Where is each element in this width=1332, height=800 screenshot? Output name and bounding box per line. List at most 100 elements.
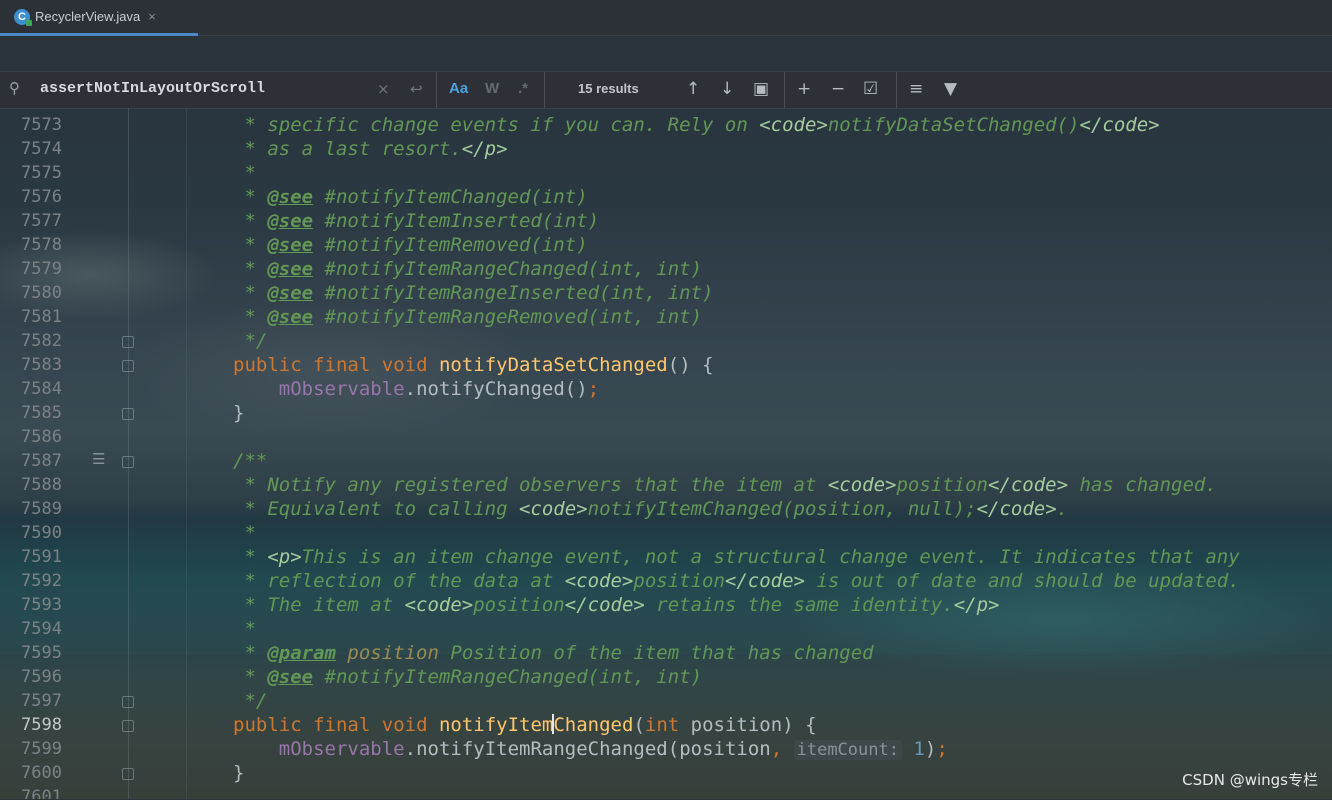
separator — [896, 72, 897, 108]
fold-marker-icon[interactable] — [122, 768, 134, 780]
code-text: * @see #notifyItemRangeInserted(int, int… — [233, 282, 714, 304]
previous-occurrence-icon[interactable]: ↑ — [686, 79, 700, 99]
code-line[interactable]: 7579 * @see #notifyItemRangeChanged(int,… — [0, 257, 1332, 281]
code-line[interactable]: 7592 * reflection of the data at <code>p… — [0, 569, 1332, 593]
fold-marker-icon[interactable] — [122, 408, 134, 420]
code-text: } — [233, 402, 245, 424]
code-text: * Equivalent to calling <code>notifyItem… — [233, 498, 1069, 520]
new-line-icon[interactable]: ↩ — [410, 80, 423, 98]
fold-marker-icon[interactable] — [122, 456, 134, 468]
fold-marker-icon[interactable] — [122, 360, 134, 372]
code-line[interactable]: 7589 * Equivalent to calling <code>notif… — [0, 497, 1332, 521]
line-number[interactable]: 7598 — [0, 713, 62, 737]
rendered-doc-toggle-icon[interactable]: ☰ — [92, 450, 105, 468]
code-line[interactable]: 7595 * @param position Position of the i… — [0, 641, 1332, 665]
code-line[interactable]: 7573 * specific change events if you can… — [0, 113, 1332, 137]
code-line[interactable]: 7586 — [0, 425, 1332, 449]
separator — [784, 72, 785, 108]
line-number[interactable]: 7579 — [0, 257, 62, 281]
line-number[interactable]: 7600 — [0, 761, 62, 785]
open-in-window-icon[interactable]: ▣ — [753, 79, 769, 99]
line-number[interactable]: 7591 — [0, 545, 62, 569]
line-number[interactable]: 7597 — [0, 689, 62, 713]
line-number[interactable]: 7596 — [0, 665, 62, 689]
filter-icon[interactable]: ▼ — [944, 79, 957, 99]
code-line[interactable]: 7601 — [0, 785, 1332, 799]
code-line[interactable]: 7599 mObservable.notifyItemRangeChanged(… — [0, 737, 1332, 761]
code-line[interactable]: 7575 * — [0, 161, 1332, 185]
next-occurrence-icon[interactable]: ↓ — [720, 79, 734, 99]
fold-marker-icon[interactable] — [122, 720, 134, 732]
words-toggle[interactable]: W — [485, 80, 499, 97]
line-number[interactable]: 7585 — [0, 401, 62, 425]
line-number[interactable]: 7583 — [0, 353, 62, 377]
line-number[interactable]: 7593 — [0, 593, 62, 617]
search-input[interactable]: assertNotInLayoutOrScroll — [40, 80, 265, 97]
line-number[interactable]: 7576 — [0, 185, 62, 209]
line-number[interactable]: 7595 — [0, 641, 62, 665]
add-occurrence-icon[interactable]: + — [797, 79, 811, 99]
code-line[interactable]: 7580 * @see #notifyItemRangeInserted(int… — [0, 281, 1332, 305]
code-editor[interactable]: 7573 * specific change events if you can… — [0, 108, 1332, 799]
code-line[interactable]: 7598 public final void notifyItemChanged(… — [0, 713, 1332, 737]
regex-toggle[interactable]: .* — [518, 80, 528, 97]
fold-marker-icon[interactable] — [122, 696, 134, 708]
code-text: * @param position Position of the item t… — [233, 642, 874, 664]
code-line[interactable]: 7597 */ — [0, 689, 1332, 713]
code-line[interactable]: 7594 * — [0, 617, 1332, 641]
code-line[interactable]: 7584 mObservable.notifyChanged(); — [0, 377, 1332, 401]
code-line[interactable]: 7591 * <p>This is an item change event, … — [0, 545, 1332, 569]
line-number[interactable]: 7578 — [0, 233, 62, 257]
separator — [544, 72, 545, 108]
in-selection-icon[interactable]: ≡ — [909, 79, 923, 99]
fold-marker-icon[interactable] — [122, 336, 134, 348]
search-icon[interactable]: ⚲ — [9, 79, 20, 97]
code-line[interactable]: 7600} — [0, 761, 1332, 785]
code-line[interactable]: 7590 * — [0, 521, 1332, 545]
code-line[interactable]: 7582 */ — [0, 329, 1332, 353]
code-line[interactable]: 7574 * as a last resort.</p> — [0, 137, 1332, 161]
code-line[interactable]: 7596 * @see #notifyItemRangeChanged(int,… — [0, 665, 1332, 689]
close-icon[interactable]: × — [148, 9, 156, 24]
code-text: mObservable.notifyItemRangeChanged(posit… — [278, 738, 948, 760]
line-number[interactable]: 7590 — [0, 521, 62, 545]
code-text: * — [233, 618, 256, 640]
tab-recyclerview-java[interactable]: C RecyclerView.java × — [0, 0, 198, 36]
code-line[interactable]: 7593 * The item at <code>position</code>… — [0, 593, 1332, 617]
line-number[interactable]: 7601 — [0, 785, 62, 799]
tab-label: RecyclerView.java — [35, 9, 141, 24]
code-line[interactable]: 7588 * Notify any registered observers t… — [0, 473, 1332, 497]
line-number[interactable]: 7575 — [0, 161, 62, 185]
code-line[interactable]: 7581 * @see #notifyItemRangeRemoved(int,… — [0, 305, 1332, 329]
code-text: */ — [233, 330, 268, 352]
line-number[interactable]: 7594 — [0, 617, 62, 641]
line-number[interactable]: 7574 — [0, 137, 62, 161]
select-all-occurrences-icon[interactable]: ☑ — [863, 79, 878, 99]
match-case-toggle[interactable]: Aa — [449, 80, 468, 97]
code-text: * — [233, 522, 256, 544]
line-number[interactable]: 7588 — [0, 473, 62, 497]
code-line[interactable]: 7576 * @see #notifyItemChanged(int) — [0, 185, 1332, 209]
remove-occurrence-icon[interactable]: − — [831, 79, 845, 99]
line-number[interactable]: 7581 — [0, 305, 62, 329]
line-number[interactable]: 7599 — [0, 737, 62, 761]
line-number[interactable]: 7586 — [0, 425, 62, 449]
line-number[interactable]: 7584 — [0, 377, 62, 401]
clear-icon[interactable]: × — [377, 80, 390, 98]
code-line[interactable]: 7578 * @see #notifyItemRemoved(int) — [0, 233, 1332, 257]
code-text: */ — [233, 690, 268, 712]
line-number[interactable]: 7577 — [0, 209, 62, 233]
line-number[interactable]: 7587 — [0, 449, 62, 473]
line-number[interactable]: 7582 — [0, 329, 62, 353]
line-number[interactable]: 7589 — [0, 497, 62, 521]
line-number[interactable]: 7580 — [0, 281, 62, 305]
separator — [436, 72, 437, 108]
code-text: * The item at <code>position</code> reta… — [233, 594, 1000, 616]
code-line[interactable]: 7587 /** — [0, 449, 1332, 473]
line-number[interactable]: 7592 — [0, 569, 62, 593]
code-line[interactable]: 7583 public final void notifyDataSetChang… — [0, 353, 1332, 377]
line-number[interactable]: 7573 — [0, 113, 62, 137]
code-text: * reflection of the data at <code>positi… — [233, 570, 1240, 592]
code-line[interactable]: 7577 * @see #notifyItemInserted(int) — [0, 209, 1332, 233]
code-line[interactable]: 7585} — [0, 401, 1332, 425]
